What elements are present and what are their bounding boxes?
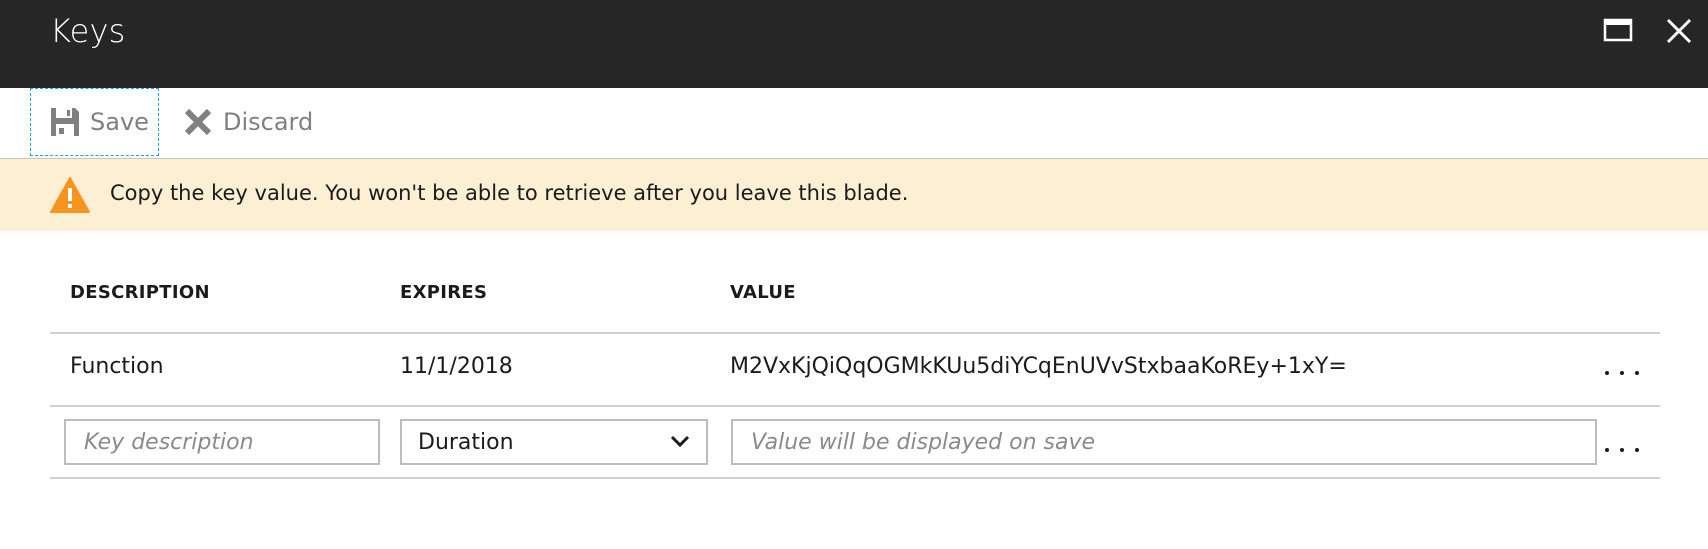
new-row-more-button[interactable] xyxy=(1605,445,1639,455)
ellipsis-dot xyxy=(1635,448,1639,452)
table-header: DESCRIPTION EXPIRES VALUE xyxy=(50,260,1660,334)
close-icon xyxy=(1666,18,1692,44)
save-label: Save xyxy=(90,108,149,136)
command-bar: Save Discard xyxy=(0,88,1708,159)
key-value-input[interactable] xyxy=(731,419,1597,465)
key-description: Function xyxy=(70,354,164,379)
chevron-down-icon xyxy=(670,435,690,448)
title-bar: Keys xyxy=(0,0,1708,88)
window-title: Keys xyxy=(50,12,126,50)
ellipsis-dot xyxy=(1620,448,1624,452)
floppy-disk-icon xyxy=(51,108,79,136)
warning-message: Copy the key value. You won't be able to… xyxy=(110,181,909,205)
discard-button[interactable]: Discard xyxy=(180,88,313,156)
key-value[interactable]: M2VxKjQiQqOGMkKUu5diYCqEnUVvStxbaaKoREy+… xyxy=(730,354,1347,379)
ellipsis-dot xyxy=(1635,371,1639,375)
column-header-description: DESCRIPTION xyxy=(70,282,210,303)
row-more-button[interactable] xyxy=(1605,368,1639,378)
keys-table: DESCRIPTION EXPIRES VALUE Function 11/1/… xyxy=(50,260,1660,479)
new-key-row: Duration xyxy=(50,407,1660,479)
maximize-icon xyxy=(1603,18,1633,42)
key-description-input[interactable] xyxy=(64,419,380,465)
column-header-value: VALUE xyxy=(730,282,796,303)
table-row: Function 11/1/2018 M2VxKjQiQqOGMkKUu5diY… xyxy=(50,334,1660,407)
duration-selected: Duration xyxy=(418,430,514,455)
column-header-expires: EXPIRES xyxy=(400,282,488,303)
ellipsis-dot xyxy=(1605,448,1609,452)
warning-triangle-icon xyxy=(50,177,90,213)
ellipsis-dot xyxy=(1620,371,1624,375)
duration-dropdown[interactable]: Duration xyxy=(400,419,708,465)
ellipsis-dot xyxy=(1605,371,1609,375)
maximize-button[interactable] xyxy=(1602,14,1636,48)
close-button[interactable] xyxy=(1662,14,1696,48)
key-expires: 11/1/2018 xyxy=(400,354,513,379)
warning-banner: Copy the key value. You won't be able to… xyxy=(0,159,1708,231)
save-button[interactable]: Save xyxy=(30,88,159,156)
discard-label: Discard xyxy=(223,108,314,136)
x-icon xyxy=(184,108,212,136)
